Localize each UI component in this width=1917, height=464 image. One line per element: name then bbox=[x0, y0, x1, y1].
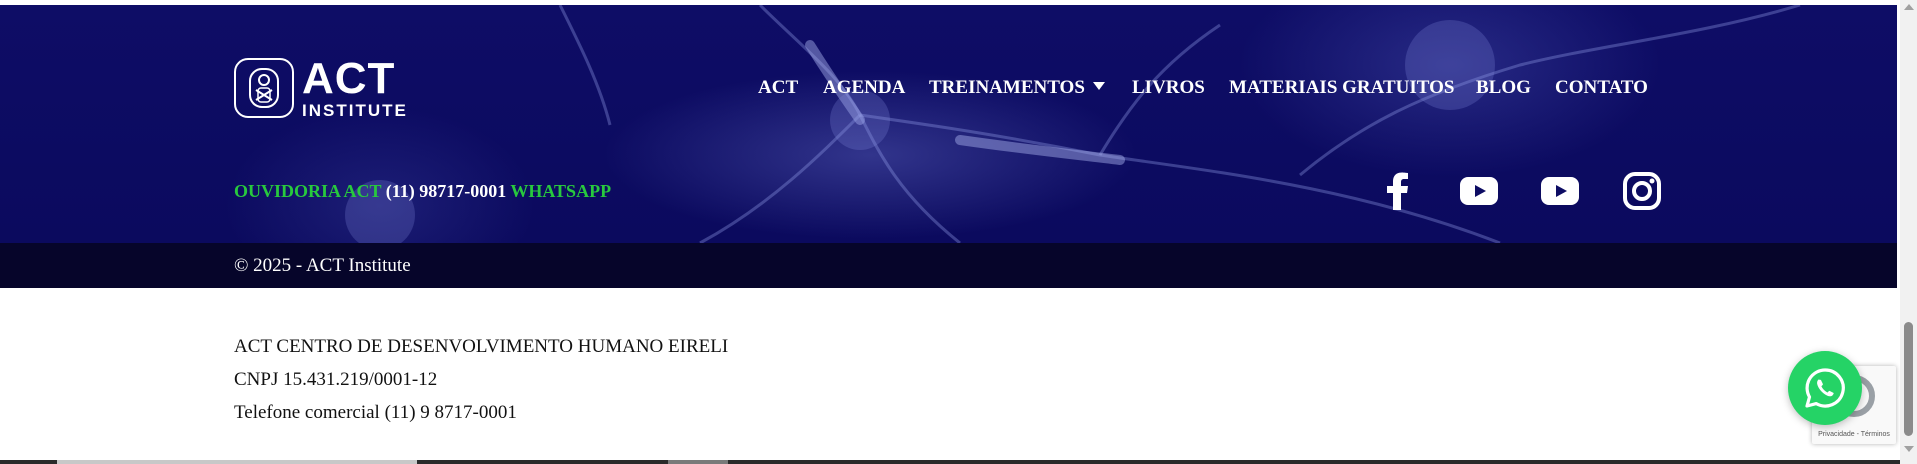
whatsapp-link[interactable]: WHATSAPP bbox=[510, 181, 611, 201]
nav-item-act[interactable]: ACT bbox=[758, 77, 798, 99]
instagram-link[interactable] bbox=[1622, 171, 1662, 211]
neuron-background bbox=[345, 5, 1801, 243]
whatsapp-icon bbox=[1805, 368, 1845, 408]
ouvidoria-contact: OUVIDORIA ACT (11) 98717-0001 WHATSAPP bbox=[234, 181, 611, 202]
ouvidoria-link[interactable]: OUVIDORIA ACT bbox=[234, 181, 381, 201]
nav-item-livros[interactable]: LIVROS bbox=[1132, 77, 1205, 99]
chevron-down-icon bbox=[1092, 82, 1105, 90]
bottom-edge-strip bbox=[0, 460, 1900, 464]
bottom-strip-segment bbox=[57, 460, 417, 464]
logo-wordmark: ACT INSTITUTE bbox=[302, 54, 408, 120]
youtube-link-1[interactable] bbox=[1459, 171, 1499, 211]
company-phone: Telefone comercial (11) 9 8717-0001 bbox=[234, 402, 517, 423]
nav-item-treinamentos[interactable]: TREINAMENTOS bbox=[929, 77, 1105, 99]
youtube-icon bbox=[1541, 177, 1579, 205]
logo-sub-text: INSTITUTE bbox=[302, 101, 408, 120]
act-institute-logo[interactable]: ACT INSTITUTE bbox=[234, 53, 424, 123]
logo-main-text: ACT bbox=[302, 54, 396, 103]
nav-item-treinamentos-label: TREINAMENTOS bbox=[929, 77, 1085, 98]
scroll-down-arrow-icon[interactable] bbox=[1904, 446, 1914, 452]
youtube-icon bbox=[1460, 177, 1498, 205]
youtube-link-2[interactable] bbox=[1540, 171, 1580, 211]
scrollbar-thumb[interactable] bbox=[1904, 322, 1913, 436]
bottom-strip-segment bbox=[668, 460, 728, 464]
logo-emblem-icon bbox=[234, 58, 294, 118]
nav-item-agenda[interactable]: AGENDA bbox=[823, 77, 905, 99]
ouvidoria-phone: (11) 98717-0001 bbox=[385, 181, 507, 201]
company-info: ACT CENTRO DE DESENVOLVIMENTO HUMANO EIR… bbox=[234, 330, 728, 429]
instagram-icon bbox=[1623, 172, 1661, 210]
company-name: ACT CENTRO DE DESENVOLVIMENTO HUMANO EIR… bbox=[234, 336, 729, 357]
recaptcha-label[interactable]: Privacidade - Términos bbox=[1812, 431, 1896, 438]
company-cnpj: CNPJ 15.431.219/0001-12 bbox=[234, 369, 438, 390]
footer-hero: ACT INSTITUTE ACT AGENDA TREINAMENTOS LI… bbox=[0, 5, 1897, 243]
copyright-bar: © 2025 - ACT Institute bbox=[0, 243, 1897, 288]
facebook-icon bbox=[1387, 172, 1408, 210]
facebook-link[interactable] bbox=[1377, 171, 1417, 211]
nav-item-materiais-gratuitos[interactable]: MATERIAIS GRATUITOS bbox=[1229, 77, 1454, 99]
scroll-up-arrow-icon[interactable] bbox=[1904, 4, 1914, 10]
copyright-text: © 2025 - ACT Institute bbox=[234, 255, 411, 276]
nav-item-contato[interactable]: CONTATO bbox=[1555, 77, 1648, 99]
whatsapp-floating-button[interactable] bbox=[1788, 351, 1862, 425]
nav-item-blog[interactable]: BLOG bbox=[1476, 77, 1531, 99]
